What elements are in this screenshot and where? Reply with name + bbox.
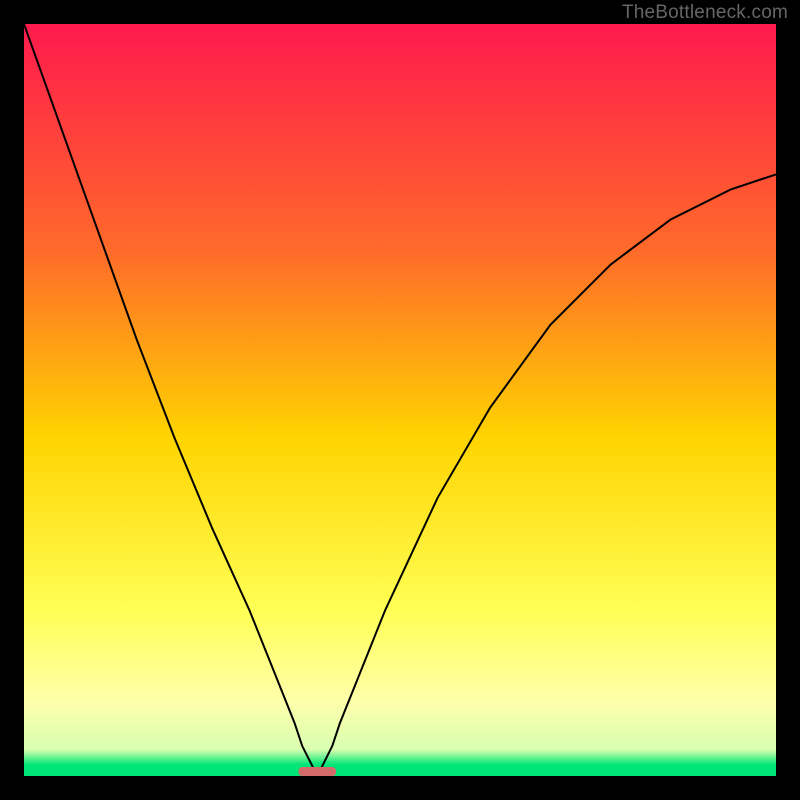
gradient-background	[24, 24, 776, 776]
bottleneck-chart	[24, 24, 776, 776]
watermark-text: TheBottleneck.com	[622, 2, 788, 24]
chart-frame	[24, 24, 776, 776]
minimum-marker	[299, 767, 337, 776]
